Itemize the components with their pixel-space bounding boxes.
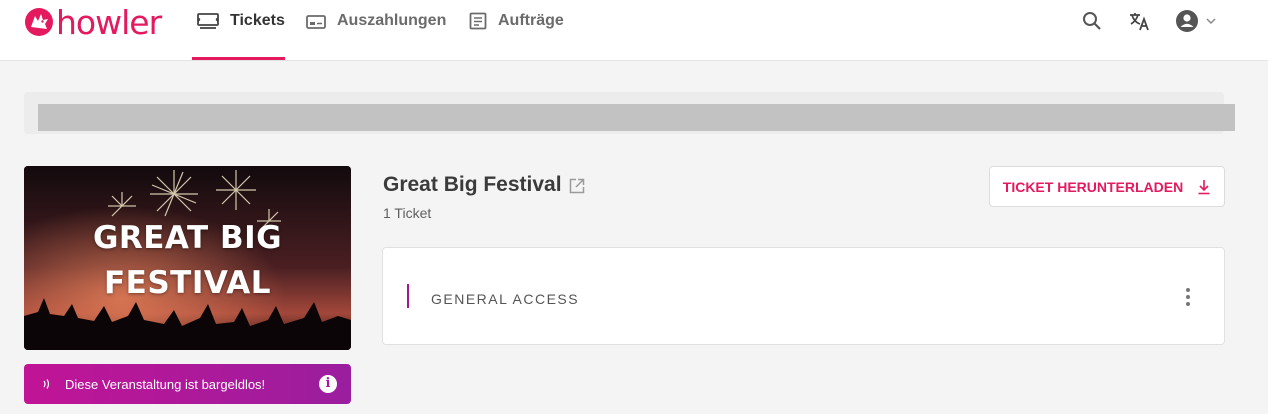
howler-logo[interactable]: howler (24, 2, 162, 42)
account-icon (1176, 10, 1198, 32)
nfc-icon (41, 377, 53, 391)
payout-icon (305, 11, 327, 31)
event-image: GREAT BIG FESTIVAL (24, 166, 351, 350)
orders-icon (468, 11, 488, 31)
tab-tickets-label: Tickets (230, 11, 285, 29)
more-options-icon[interactable] (1182, 286, 1194, 308)
redacted-breadcrumb (38, 104, 1235, 131)
ticket-count: 1 Ticket (383, 205, 432, 221)
info-icon[interactable]: i (319, 375, 337, 393)
tab-tickets[interactable]: Tickets (196, 0, 285, 61)
top-navigation-bar: howler Tickets Auszahlungen Aufträge (0, 0, 1268, 61)
kebab-dot (1186, 288, 1190, 292)
external-link-icon[interactable] (568, 177, 586, 200)
kebab-dot (1186, 302, 1190, 306)
translate-icon[interactable] (1128, 9, 1152, 33)
download-icon (1197, 179, 1211, 195)
cashless-text: Diese Veranstaltung ist bargeldlos! (65, 376, 266, 392)
fireworks-illustration (24, 166, 351, 350)
search-icon[interactable] (1080, 9, 1104, 33)
brand-name: howler (56, 2, 162, 42)
download-ticket-button[interactable]: TICKET HERUNTERLADEN (989, 166, 1225, 207)
ticket-type: GENERAL ACCESS (431, 291, 580, 307)
ticket-accent-bar (407, 284, 409, 308)
ticket-card[interactable]: GENERAL ACCESS (382, 247, 1225, 345)
tab-auftraege[interactable]: Aufträge (468, 0, 564, 61)
tab-auftraege-label: Aufträge (498, 11, 564, 29)
active-tab-indicator (192, 57, 285, 60)
event-image-title-line-2: FESTIVAL (104, 265, 271, 301)
chevron-down-icon (1206, 18, 1216, 25)
howler-wolf-icon (25, 8, 53, 36)
cashless-banner[interactable]: Diese Veranstaltung ist bargeldlos! i (24, 364, 351, 404)
kebab-dot (1186, 295, 1190, 299)
event-title: Great Big Festival (383, 173, 562, 196)
account-menu[interactable] (1175, 9, 1223, 33)
ticket-icon (196, 11, 220, 31)
tab-auszahlungen[interactable]: Auszahlungen (305, 0, 446, 61)
tab-auszahlungen-label: Auszahlungen (337, 11, 447, 29)
download-ticket-label: TICKET HERUNTERLADEN (1002, 178, 1184, 195)
event-image-title-line-1: GREAT BIG (92, 220, 283, 256)
